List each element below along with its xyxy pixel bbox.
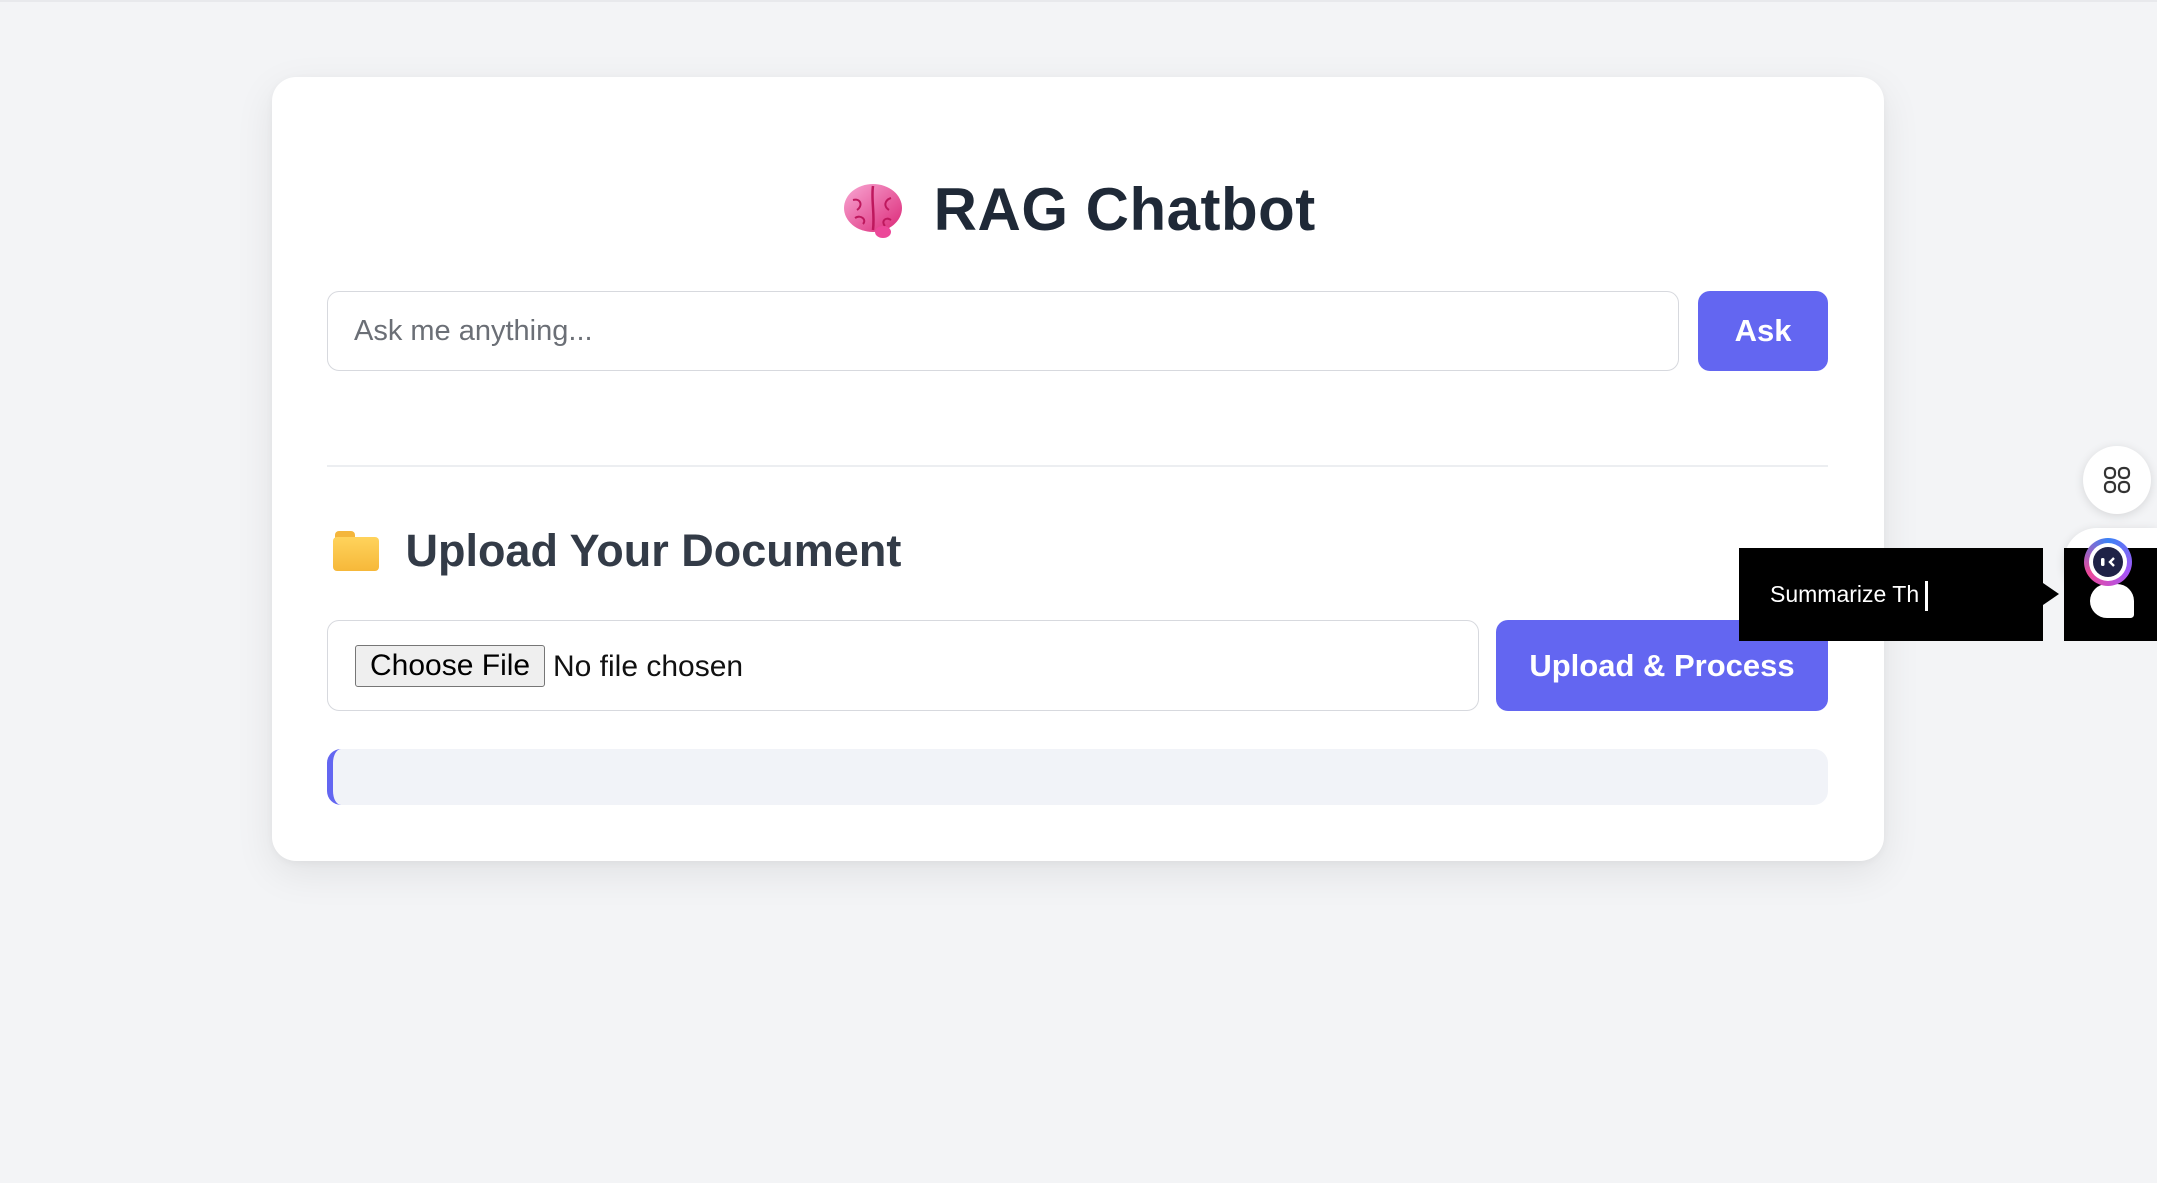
folder-icon <box>333 529 381 573</box>
file-input[interactable]: Choose File No file chosen <box>327 620 1479 711</box>
page-header: RAG Chatbot <box>0 175 2157 255</box>
choose-file-button[interactable]: Choose File <box>355 645 546 687</box>
page-title: RAG Chatbot <box>933 176 1316 243</box>
tooltip-text: Summarize Th <box>1770 581 1920 607</box>
ask-button[interactable]: Ask <box>1698 291 1828 371</box>
top-border <box>0 0 2157 2</box>
question-input[interactable] <box>327 291 1679 371</box>
upload-section-header: Upload Your Document <box>333 525 901 585</box>
command-icon[interactable] <box>2083 446 2151 514</box>
upload-heading: Upload Your Document <box>405 525 902 576</box>
tooltip-arrow <box>2043 583 2059 605</box>
status-panel <box>327 749 1828 805</box>
section-divider <box>327 465 1828 467</box>
brain-icon <box>841 180 905 240</box>
summarize-tooltip: Summarize Th <box>1739 548 2043 641</box>
text-caret <box>1925 580 1929 611</box>
bot-avatar-icon[interactable] <box>2084 538 2132 586</box>
file-status-text: No file chosen <box>553 650 744 683</box>
chat-bubble-icon[interactable] <box>2090 584 2134 618</box>
